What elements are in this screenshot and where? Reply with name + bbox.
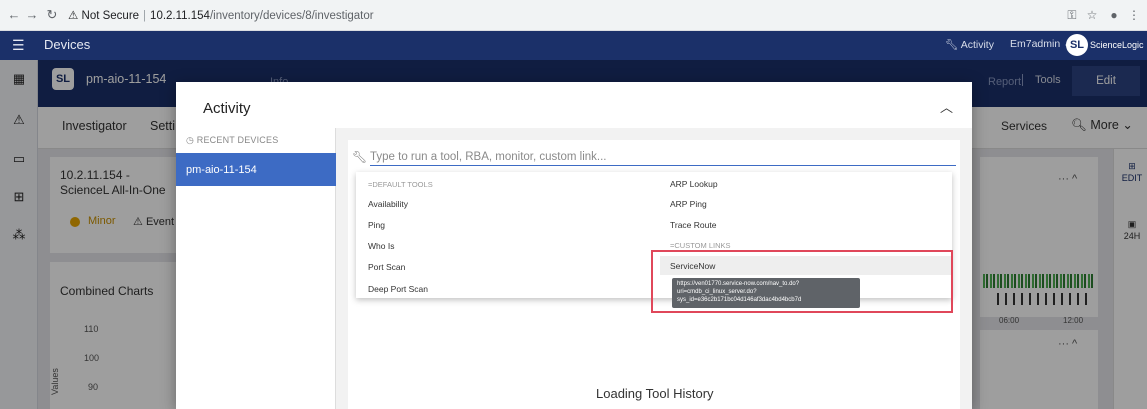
- tool-item-arp-ping[interactable]: ARP Ping: [670, 199, 707, 209]
- user-menu[interactable]: Em7admin ⌄: [1010, 38, 1072, 50]
- tool-item-whois[interactable]: Who Is: [368, 241, 394, 251]
- tool-item-arp-lookup[interactable]: ARP Lookup: [670, 179, 718, 189]
- forward-arrow-icon[interactable]: →: [24, 7, 40, 23]
- loading-tool-history: Loading Tool History: [596, 386, 714, 401]
- warning-icon: ⚠: [68, 10, 79, 22]
- activity-link[interactable]: 🔧︎ Activity: [945, 38, 994, 51]
- not-secure-label: Not Secure: [81, 10, 140, 22]
- star-icon[interactable]: ☆: [1084, 7, 1100, 23]
- chevron-up-icon[interactable]: ︿: [940, 97, 953, 116]
- app-title: Devices: [44, 37, 91, 52]
- hamburger-menu-icon[interactable]: ☰: [12, 37, 25, 54]
- tool-item-deep-port-scan[interactable]: Deep Port Scan: [368, 284, 428, 294]
- wrench-icon: 🔧︎: [945, 39, 959, 51]
- sciencelogic-logo: SL ScienceLogic: [1066, 34, 1144, 56]
- address-bar[interactable]: ⚠ Not Secure | 10.2.11.154/inventory/devic…: [68, 8, 374, 22]
- url-host: 10.2.11.154: [150, 10, 210, 22]
- wrench-icon: 🔧︎: [352, 150, 368, 164]
- modal-title: Activity: [203, 100, 251, 117]
- recent-devices-header: ◷ RECENT DEVICES: [186, 135, 279, 145]
- highlight-box: [651, 250, 953, 313]
- custom-links-header: =CUSTOM LINKS: [670, 241, 731, 250]
- clock-icon: ◷: [186, 135, 195, 145]
- back-arrow-icon[interactable]: ←: [6, 7, 22, 23]
- recent-device-item[interactable]: pm-aio-11-154: [176, 153, 336, 186]
- tool-item-availability[interactable]: Availability: [368, 199, 408, 209]
- profile-icon[interactable]: ●: [1106, 7, 1122, 23]
- tool-item-port-scan[interactable]: Port Scan: [368, 262, 405, 272]
- tool-search-input[interactable]: [370, 148, 956, 166]
- tool-item-trace-route[interactable]: Trace Route: [670, 220, 716, 230]
- key-icon[interactable]: ⚿: [1064, 7, 1080, 23]
- default-tools-header: =DEFAULT TOOLS: [368, 180, 433, 189]
- tool-item-ping[interactable]: Ping: [368, 220, 385, 230]
- reload-icon[interactable]: ↻: [44, 7, 60, 23]
- url-path: /inventory/devices/8/investigator: [209, 10, 374, 22]
- kebab-menu-icon[interactable]: ⋮: [1126, 7, 1142, 23]
